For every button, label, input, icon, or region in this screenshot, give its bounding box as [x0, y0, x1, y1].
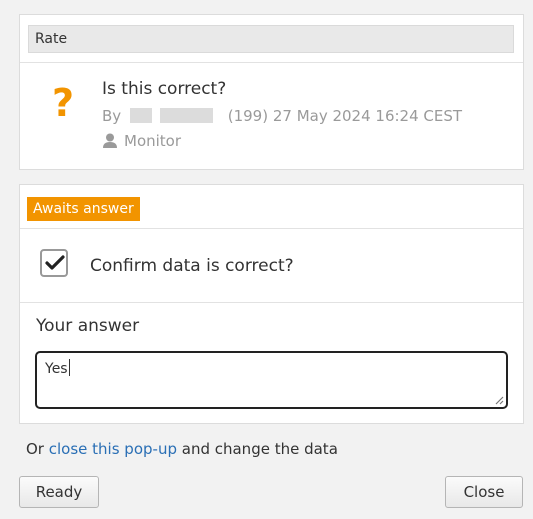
status-badge: Awaits answer — [27, 197, 140, 221]
answer-value: Yes — [45, 361, 68, 377]
author-role: Monitor — [102, 132, 181, 150]
rate-panel: Rate ? Is this correct? By (199) 27 May … — [19, 14, 524, 170]
timestamp: (199) 27 May 2024 16:24 CEST — [227, 107, 463, 125]
text-caret — [68, 359, 70, 376]
check-icon — [45, 255, 65, 270]
confirm-label: Confirm data is correct? — [90, 256, 294, 276]
question-title: Is this correct? — [102, 79, 227, 99]
redacted-name — [159, 108, 213, 123]
redacted-name — [129, 108, 152, 123]
by-label: By — [102, 107, 122, 125]
confirm-checkbox[interactable] — [40, 249, 68, 277]
close-button[interactable]: Close — [445, 476, 523, 508]
answer-textarea[interactable]: Yes — [35, 351, 508, 409]
divider — [20, 228, 523, 229]
footer-suffix: and change the data — [181, 440, 338, 458]
question-meta: By (199) 27 May 2024 16:24 CEST — [102, 107, 462, 125]
resize-handle-icon[interactable] — [494, 395, 504, 405]
ready-button[interactable]: Ready — [19, 476, 99, 508]
answer-panel: Awaits answer Confirm data is correct? Y… — [19, 184, 524, 424]
role-label: Monitor — [124, 132, 182, 150]
your-answer-label: Your answer — [36, 316, 140, 336]
footer-prefix: Or — [26, 440, 44, 458]
rate-header: Rate — [28, 25, 514, 53]
close-popup-link[interactable]: close this pop-up — [49, 440, 177, 458]
person-icon — [102, 133, 118, 148]
question-mark-icon: ? — [52, 81, 75, 125]
divider — [20, 302, 523, 303]
divider — [20, 62, 523, 63]
footer-text: Or close this pop-up and change the data — [26, 440, 338, 458]
